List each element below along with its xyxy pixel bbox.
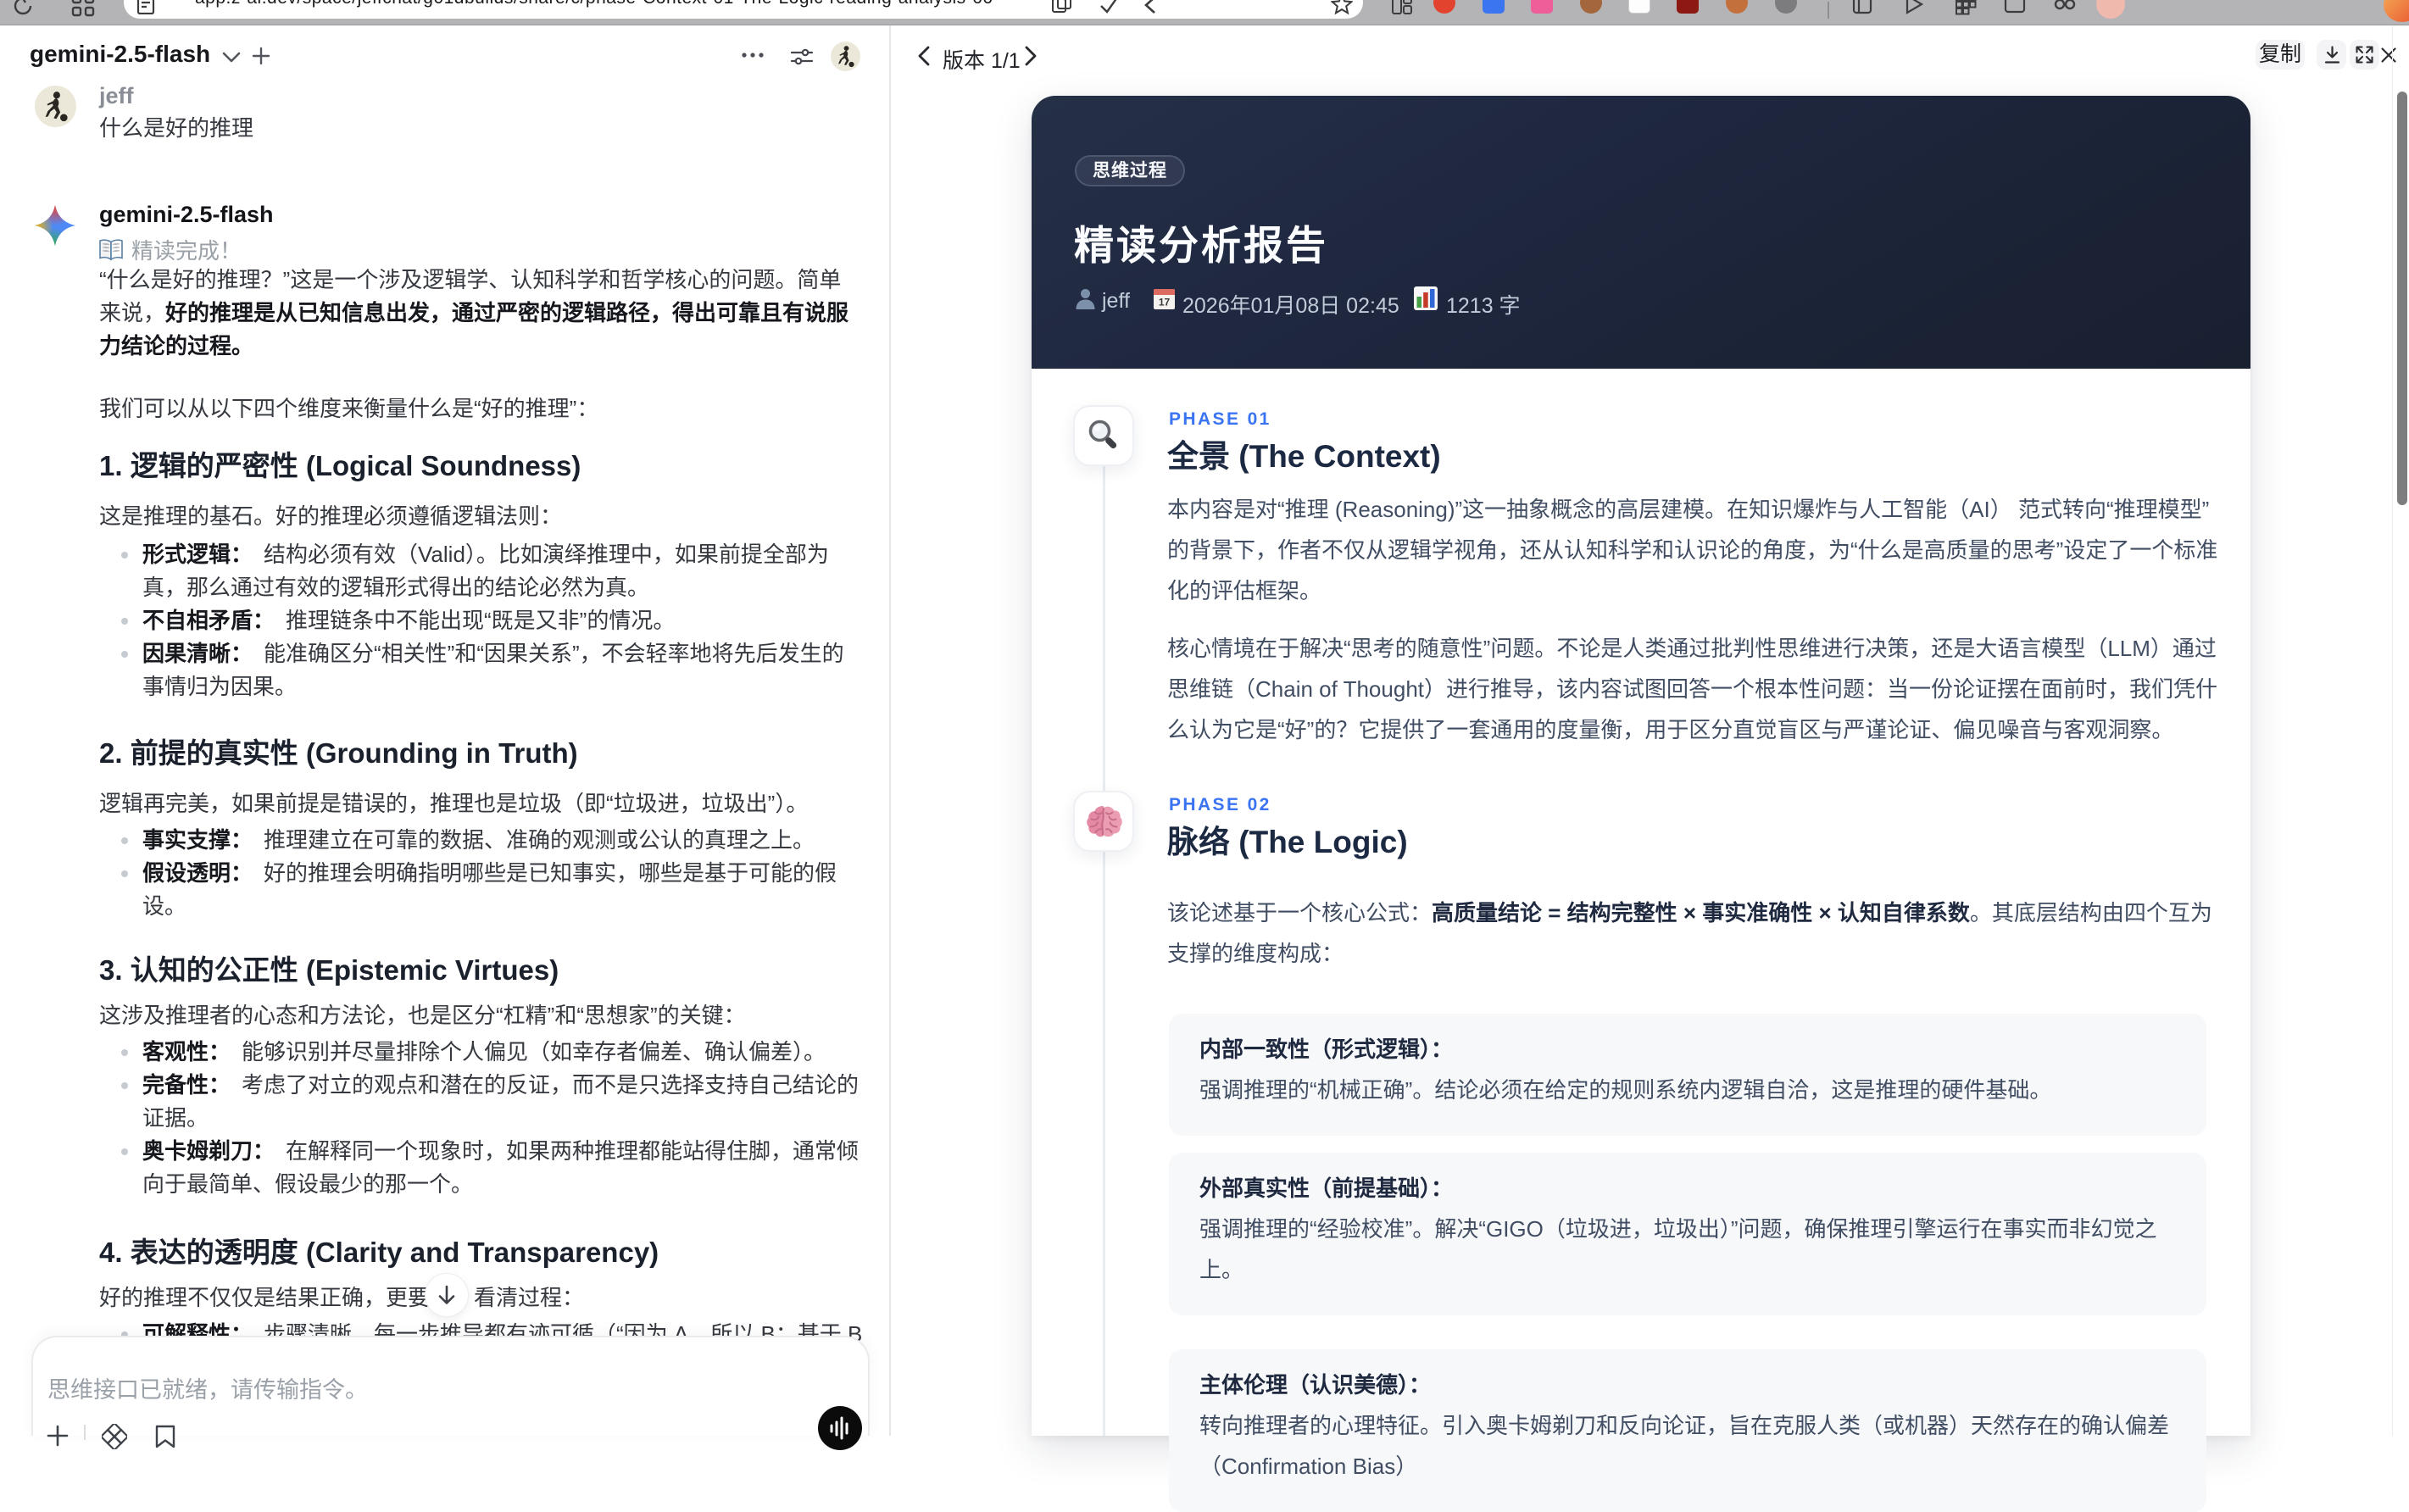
svg-text:17: 17 (1159, 297, 1171, 309)
